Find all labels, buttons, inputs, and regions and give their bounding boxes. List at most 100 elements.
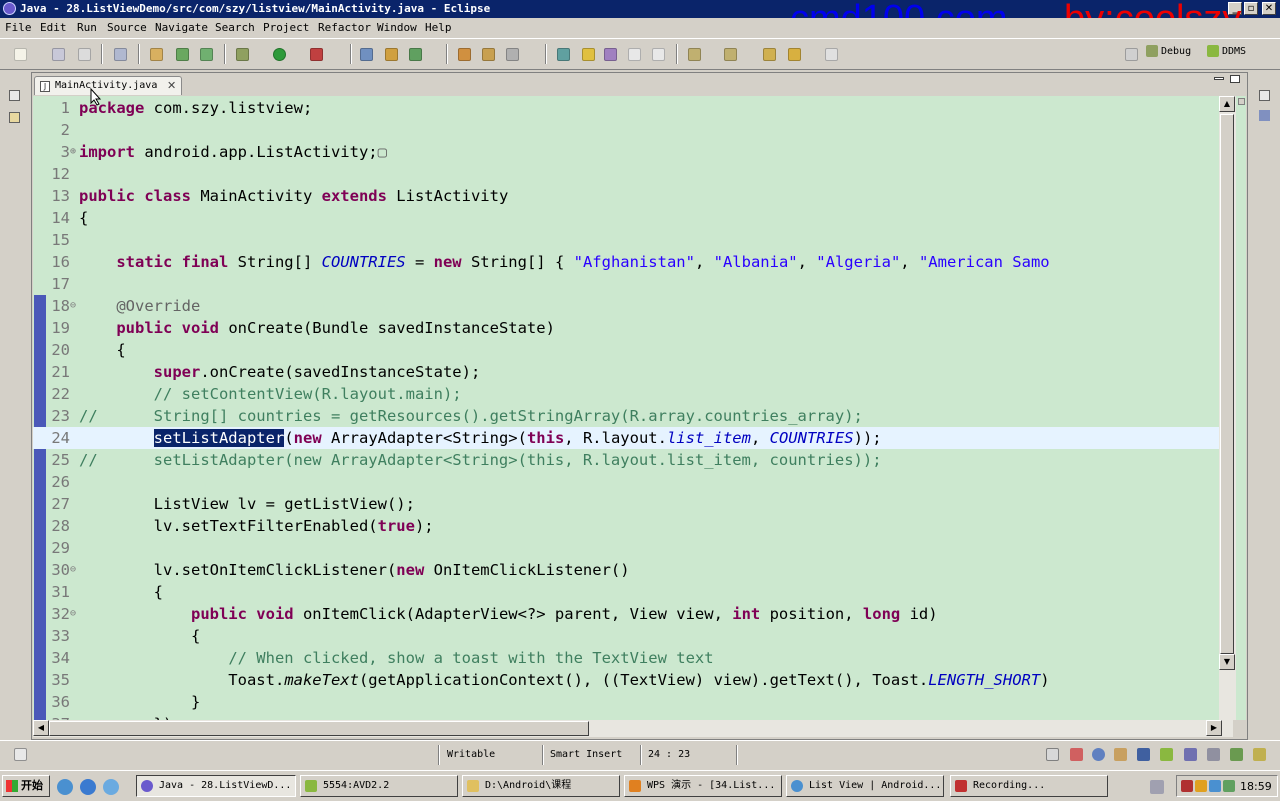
fold-toggle-icon[interactable]: ⊖	[70, 559, 79, 581]
code-line[interactable]: 19 public void onCreate(Bundle savedInst…	[33, 317, 1219, 339]
code-line[interactable]: 26	[33, 471, 1219, 493]
maximize-button[interactable]: ▫	[1244, 2, 1258, 15]
logcat-icon[interactable]	[1230, 748, 1243, 761]
start-button[interactable]: 开始	[2, 775, 50, 797]
network-icon[interactable]	[1150, 780, 1164, 794]
menu-window[interactable]: Window	[377, 21, 417, 34]
menu-navigate[interactable]: Navigate	[155, 21, 208, 34]
scroll-up-icon[interactable]: ▲	[1219, 96, 1235, 112]
download-icon[interactable]	[114, 48, 127, 61]
scroll-left-icon[interactable]: ◀	[33, 720, 49, 736]
junit-icon[interactable]	[1184, 748, 1197, 761]
code-line[interactable]: 20 {	[33, 339, 1219, 361]
tab-close-icon[interactable]: ✕	[167, 79, 176, 92]
folder-icon[interactable]	[482, 48, 495, 61]
code-line[interactable]: 21 super.onCreate(savedInstanceState);	[33, 361, 1219, 383]
editor-maximize-icon[interactable]	[1230, 75, 1240, 83]
code-line[interactable]: 13 public class MainActivity extends List…	[33, 185, 1219, 207]
save-icon[interactable]	[52, 48, 65, 61]
menu-project[interactable]: Project	[263, 21, 309, 34]
menu-refactor[interactable]: Refactor	[318, 21, 371, 34]
perspective-ddms[interactable]: DDMS	[1207, 45, 1246, 63]
code-line[interactable]: 17	[33, 273, 1219, 295]
debug-icon[interactable]	[236, 48, 249, 61]
editor-minimize-icon[interactable]	[1214, 77, 1224, 80]
package-explorer-icon[interactable]	[9, 112, 20, 123]
last-edit-icon[interactable]	[763, 48, 776, 61]
previous-annotation-icon[interactable]	[724, 48, 737, 61]
task-browser[interactable]: List View | Android...	[786, 775, 944, 797]
code-line[interactable]: 36 }	[33, 691, 1219, 713]
print-icon[interactable]	[78, 48, 91, 61]
fold-toggle-icon[interactable]: ⊖	[70, 295, 79, 317]
perspective-debug[interactable]: Debug	[1146, 45, 1191, 63]
code-editor[interactable]: 1 package com.szy.listview; 2 3 ⊕ import andr…	[33, 96, 1246, 720]
scroll-thumb[interactable]	[49, 721, 589, 736]
code-line[interactable]: 31 {	[33, 581, 1219, 603]
code-line[interactable]: 16 static final String[] COUNTRIES = new…	[33, 251, 1219, 273]
horizontal-scrollbar[interactable]: ◀ ▶	[33, 720, 1233, 737]
quicklaunch-desktop-icon[interactable]	[103, 779, 119, 795]
vertical-scrollbar[interactable]: ▲ ▼	[1219, 96, 1236, 720]
code-line[interactable]: 27 ListView lv = getListView();	[33, 493, 1219, 515]
task-list-icon[interactable]	[1070, 748, 1083, 761]
marker-icon[interactable]	[582, 48, 595, 61]
open-resource-icon[interactable]	[385, 48, 398, 61]
open-type-icon[interactable]	[360, 48, 373, 61]
toggle-mark-icon[interactable]	[604, 48, 617, 61]
scroll-thumb[interactable]	[1220, 114, 1234, 654]
show-whitespace-icon[interactable]	[652, 48, 665, 61]
close-button[interactable]: ✕	[1262, 2, 1276, 15]
menu-help[interactable]: Help	[425, 21, 452, 34]
code-line[interactable]: 14 {	[33, 207, 1219, 229]
fold-toggle-icon[interactable]: ⊖	[70, 603, 79, 625]
new-class-icon[interactable]	[200, 48, 213, 61]
code-line[interactable]: 18 ⊖ @Override	[33, 295, 1219, 317]
block-selection-icon[interactable]	[628, 48, 641, 61]
tray-volume-icon[interactable]	[1195, 780, 1207, 792]
tab-mainactivity-java[interactable]: J MainActivity.java ✕	[34, 76, 182, 95]
restore-icon[interactable]	[1046, 748, 1059, 761]
android-device-icon[interactable]	[1160, 748, 1173, 761]
quicklaunch-browser-icon[interactable]	[57, 779, 73, 795]
code-line[interactable]: 15	[33, 229, 1219, 251]
code-line[interactable]: 24 setListAdapter(new ArrayAdapter<Strin…	[33, 427, 1219, 449]
refresh-icon[interactable]	[409, 48, 422, 61]
task-eclipse[interactable]: Java - 28.ListViewD...	[136, 775, 296, 797]
code-line[interactable]: 22 // setContentView(R.layout.main);	[33, 383, 1219, 405]
quicklaunch-ie-icon[interactable]	[80, 779, 96, 795]
tray-app-icon[interactable]	[1181, 780, 1193, 792]
tray-ime-icon[interactable]	[1209, 780, 1221, 792]
console-icon[interactable]	[1137, 748, 1150, 761]
code-line[interactable]: 29	[33, 537, 1219, 559]
restore-icon[interactable]	[1259, 90, 1270, 101]
task-wps[interactable]: WPS 演示 - [34.List...	[624, 775, 782, 797]
forward-arrow-icon[interactable]	[825, 48, 838, 61]
tray-security-icon[interactable]	[1223, 780, 1235, 792]
declaration-icon[interactable]	[1114, 748, 1127, 761]
task-recording[interactable]: Recording...	[950, 775, 1108, 797]
pencil-icon[interactable]	[506, 48, 519, 61]
external-tools-icon[interactable]	[310, 48, 323, 61]
open-folder-icon[interactable]	[458, 48, 471, 61]
code-line[interactable]: 33 {	[33, 625, 1219, 647]
scroll-right-icon[interactable]: ▶	[1206, 720, 1222, 736]
fast-view-icon[interactable]	[14, 748, 27, 761]
progress-icon[interactable]	[1253, 748, 1266, 761]
run-icon[interactable]	[273, 48, 286, 61]
search-icon[interactable]	[557, 48, 570, 61]
code-line[interactable]: 1 package com.szy.listview;	[33, 97, 1219, 119]
fold-toggle-icon[interactable]: ⊕	[70, 141, 79, 163]
code-line[interactable]: 30 ⊖ lv.setOnItemClickListener(new OnItem…	[33, 559, 1219, 581]
code-line[interactable]: 2	[33, 119, 1219, 141]
overview-marker[interactable]	[1238, 98, 1245, 105]
code-line[interactable]: 23 // String[] countries = getResources()…	[33, 405, 1219, 427]
back-arrow-icon[interactable]	[788, 48, 801, 61]
menu-source[interactable]: Source	[107, 21, 147, 34]
task-explorer[interactable]: D:\Android\课程	[462, 775, 620, 797]
new-package-icon[interactable]	[150, 48, 163, 61]
scroll-down-icon[interactable]: ▼	[1219, 654, 1235, 670]
code-line[interactable]: 12	[33, 163, 1219, 185]
emulator-control-icon[interactable]	[1207, 748, 1220, 761]
new-file-icon[interactable]	[14, 48, 27, 61]
